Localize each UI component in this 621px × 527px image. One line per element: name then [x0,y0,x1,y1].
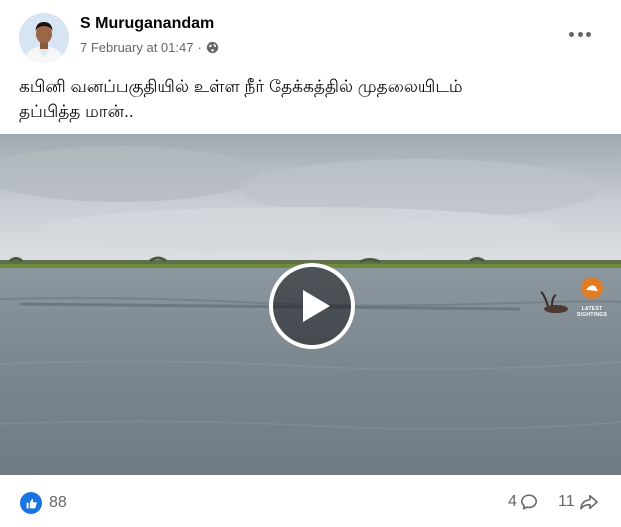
post-footer: 88 4 11 [0,478,621,527]
post-meta: 7 February at 01:47 · [80,40,219,55]
post-caption: கபினி வனப்பகுதியில் உள்ள நீர் தேக்கத்தில… [19,74,599,124]
dot-icon [586,31,591,37]
post-timestamp[interactable]: 7 February at 01:47 [80,40,193,55]
comments-button[interactable]: 4 [508,493,538,511]
like-icon[interactable] [20,492,42,514]
dot-icon [577,31,583,37]
shares-button[interactable]: 11 [558,493,599,511]
post-header: S Muruganandam 7 February at 01:47 · [0,0,621,72]
comments-count: 4 [508,493,517,510]
play-icon [269,263,355,349]
dot-icon [569,31,574,37]
caption-line: கபினி வனப்பகுதியில் உள்ள நீர் தேக்கத்தில… [19,77,463,96]
share-icon [579,494,598,510]
author-avatar[interactable] [19,13,69,63]
author-name[interactable]: S Muruganandam [80,15,214,33]
comment-icon [520,494,537,510]
reactions-count[interactable]: 88 [49,494,67,512]
facebook-post: S Muruganandam 7 February at 01:47 · கபி… [0,0,621,527]
more-options-button[interactable] [569,27,591,41]
globe-icon[interactable] [206,41,219,54]
watermark-text: LATEST SIGHTINGS [576,306,608,318]
play-button[interactable] [268,262,356,350]
caption-line: தப்பித்த மான்.. [19,102,134,121]
logo-icon [581,277,603,299]
shares-count: 11 [558,493,575,510]
meta-separator: · [197,40,202,55]
latest-sightings-logo: LATEST SIGHTINGS [573,276,611,318]
